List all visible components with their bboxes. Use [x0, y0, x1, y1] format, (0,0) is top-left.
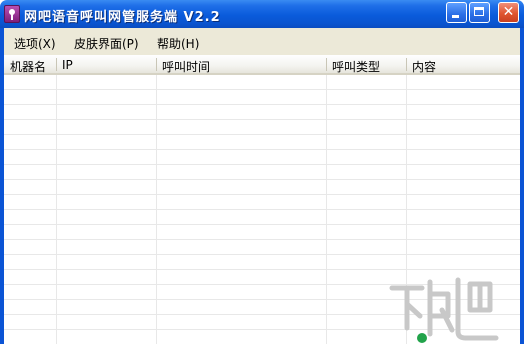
column-separator[interactable]: [156, 58, 157, 71]
menu-skin[interactable]: 皮肤界面(P): [74, 35, 139, 52]
app-icon: [4, 5, 20, 23]
column-separator[interactable]: [56, 58, 57, 71]
list-header: 机器名 IP 呼叫时间 呼叫类型 内容: [4, 55, 520, 75]
column-header-machine-name[interactable]: 机器名: [10, 58, 46, 75]
watermark-logo: [389, 277, 499, 343]
window-frame-right: [520, 28, 524, 344]
window-title: 网吧语音呼叫网管服务端 V2.2: [24, 10, 221, 25]
maximize-icon: [474, 7, 484, 16]
column-header-content[interactable]: 内容: [412, 58, 436, 75]
column-gridline: [56, 75, 57, 344]
menu-options[interactable]: 选项(X): [14, 35, 56, 52]
column-separator[interactable]: [326, 58, 327, 71]
column-header-ip[interactable]: IP: [62, 58, 73, 72]
maximize-button[interactable]: [469, 2, 490, 23]
column-header-call-time[interactable]: 呼叫时间: [162, 58, 210, 75]
minimize-icon: [452, 15, 459, 18]
menu-bar: 选项(X) 皮肤界面(P) 帮助(H): [4, 28, 520, 55]
menu-help[interactable]: 帮助(H): [157, 35, 199, 52]
column-header-call-type[interactable]: 呼叫类型: [332, 58, 380, 75]
column-gridline: [156, 75, 157, 344]
column-separator[interactable]: [406, 58, 407, 71]
minimize-button[interactable]: [446, 2, 467, 23]
close-icon: ✕: [502, 4, 515, 20]
close-button[interactable]: ✕: [498, 2, 519, 23]
title-bar[interactable]: 网吧语音呼叫网管服务端 V2.2 ✕: [0, 0, 524, 28]
column-gridline: [326, 75, 327, 344]
